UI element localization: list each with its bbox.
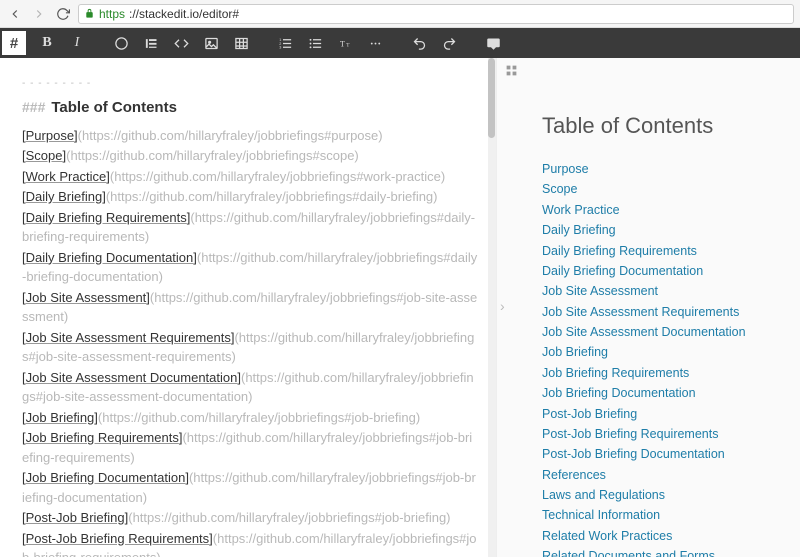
toc-link[interactable]: Daily Briefing Requirements — [542, 243, 788, 260]
toc-link[interactable]: Purpose — [542, 161, 788, 178]
markdown-links-block: [Purpose](https://github.com/hillaryfral… — [22, 126, 478, 557]
toc-link[interactable]: Work Practice — [542, 202, 788, 219]
heading-text: Table of Contents — [51, 97, 177, 120]
markdown-link-line[interactable]: [Job Site Assessment Documentation](http… — [22, 368, 478, 407]
editor-toolbar: # B I 123 TT — [0, 28, 800, 58]
markdown-editor[interactable]: - - - - - - - - - ### Table of Contents … — [0, 58, 488, 557]
heading-line: ### Table of Contents — [22, 97, 478, 120]
ol-button[interactable]: 123 — [272, 30, 298, 56]
link-button[interactable] — [108, 30, 134, 56]
toc-link[interactable]: Post-Job Briefing Requirements — [542, 426, 788, 443]
toc-link[interactable]: Scope — [542, 181, 788, 198]
bold-button[interactable]: B — [34, 30, 60, 56]
collapse-handle-icon[interactable]: › — [500, 298, 505, 314]
markdown-link-line[interactable]: [Work Practice](https://github.com/hilla… — [22, 167, 478, 187]
table-button[interactable] — [228, 30, 254, 56]
markdown-link-line[interactable]: [Daily Briefing Documentation](https://g… — [22, 248, 478, 287]
app-logo[interactable]: # — [2, 31, 26, 55]
toc-link[interactable]: Daily Briefing Documentation — [542, 263, 788, 280]
url-scheme: https — [99, 7, 125, 21]
heading-prefix: ### — [22, 97, 45, 118]
markdown-link-line[interactable]: [Job Briefing Requirements](https://gith… — [22, 428, 478, 467]
toc-link[interactable]: Job Briefing — [542, 344, 788, 361]
code-button[interactable] — [168, 30, 194, 56]
toc-link[interactable]: Job Site Assessment Requirements — [542, 304, 788, 321]
workspace: - - - - - - - - - ### Table of Contents … — [0, 58, 800, 557]
toc-link[interactable]: Job Briefing Documentation — [542, 385, 788, 402]
redo-button[interactable] — [436, 30, 462, 56]
preview-gutter: › — [496, 58, 526, 557]
address-bar[interactable]: https ://stackedit.io/editor# — [78, 4, 794, 24]
toc-link[interactable]: Job Site Assessment Documentation — [542, 324, 788, 341]
undo-button[interactable] — [406, 30, 432, 56]
image-button[interactable] — [198, 30, 224, 56]
heading-button[interactable]: TT — [332, 30, 358, 56]
toc-link[interactable]: Laws and Regulations — [542, 487, 788, 504]
ul-button[interactable] — [302, 30, 328, 56]
italic-button[interactable]: I — [64, 30, 90, 56]
markdown-link-line[interactable]: [Job Briefing Documentation](https://git… — [22, 468, 478, 507]
markdown-link-line[interactable]: [Job Site Assessment](https://github.com… — [22, 288, 478, 327]
comment-button[interactable] — [480, 30, 506, 56]
markdown-link-line[interactable]: [Post-Job Briefing Requirements](https:/… — [22, 529, 478, 557]
markdown-link-line[interactable]: [Scope](https://github.com/hillaryfraley… — [22, 146, 478, 166]
preview-pane: Table of Contents Purpose Scope Work Pract… — [526, 58, 800, 557]
markdown-link-line[interactable]: [Daily Briefing](https://github.com/hill… — [22, 187, 478, 207]
toc-link[interactable]: Related Work Practices — [542, 528, 788, 545]
forward-button[interactable] — [30, 5, 48, 23]
toc-link[interactable]: Daily Briefing — [542, 222, 788, 239]
lock-icon — [84, 8, 95, 19]
toc-list: Purpose Scope Work Practice Daily Briefing D… — [542, 161, 788, 557]
toc-heading: Table of Contents — [542, 113, 788, 139]
markdown-link-line[interactable]: [Daily Briefing Requirements](https://gi… — [22, 208, 478, 247]
toc-link[interactable]: Job Briefing Requirements — [542, 365, 788, 382]
toc-link[interactable]: References — [542, 467, 788, 484]
browser-nav-bar: https ://stackedit.io/editor# — [0, 0, 800, 28]
markdown-link-line[interactable]: [Job Briefing](https://github.com/hillar… — [22, 408, 478, 428]
editor-scrollbar[interactable] — [488, 58, 496, 557]
markdown-link-line[interactable]: [Job Site Assessment Requirements](https… — [22, 328, 478, 367]
markdown-link-line[interactable]: [Post-Job Briefing](https://github.com/h… — [22, 508, 478, 528]
toc-link[interactable]: Technical Information — [542, 507, 788, 524]
scroll-thumb[interactable] — [488, 58, 495, 138]
quote-button[interactable] — [138, 30, 164, 56]
toc-link[interactable]: Post-Job Briefing — [542, 406, 788, 423]
svg-text:3: 3 — [279, 45, 281, 49]
hr-mark: - - - - - - - - - — [22, 76, 478, 91]
svg-text:T: T — [346, 42, 350, 48]
toc-link[interactable]: Post-Job Briefing Documentation — [542, 446, 788, 463]
markdown-link-line[interactable]: [Purpose](https://github.com/hillaryfral… — [22, 126, 478, 146]
toc-link[interactable]: Related Documents and Forms — [542, 548, 788, 557]
toc-link[interactable]: Job Site Assessment — [542, 283, 788, 300]
back-button[interactable] — [6, 5, 24, 23]
hr-button[interactable] — [362, 30, 388, 56]
layout-toggle-icon[interactable] — [505, 64, 518, 77]
url-path: ://stackedit.io/editor# — [129, 7, 239, 21]
reload-button[interactable] — [54, 5, 72, 23]
svg-text:T: T — [339, 39, 344, 48]
